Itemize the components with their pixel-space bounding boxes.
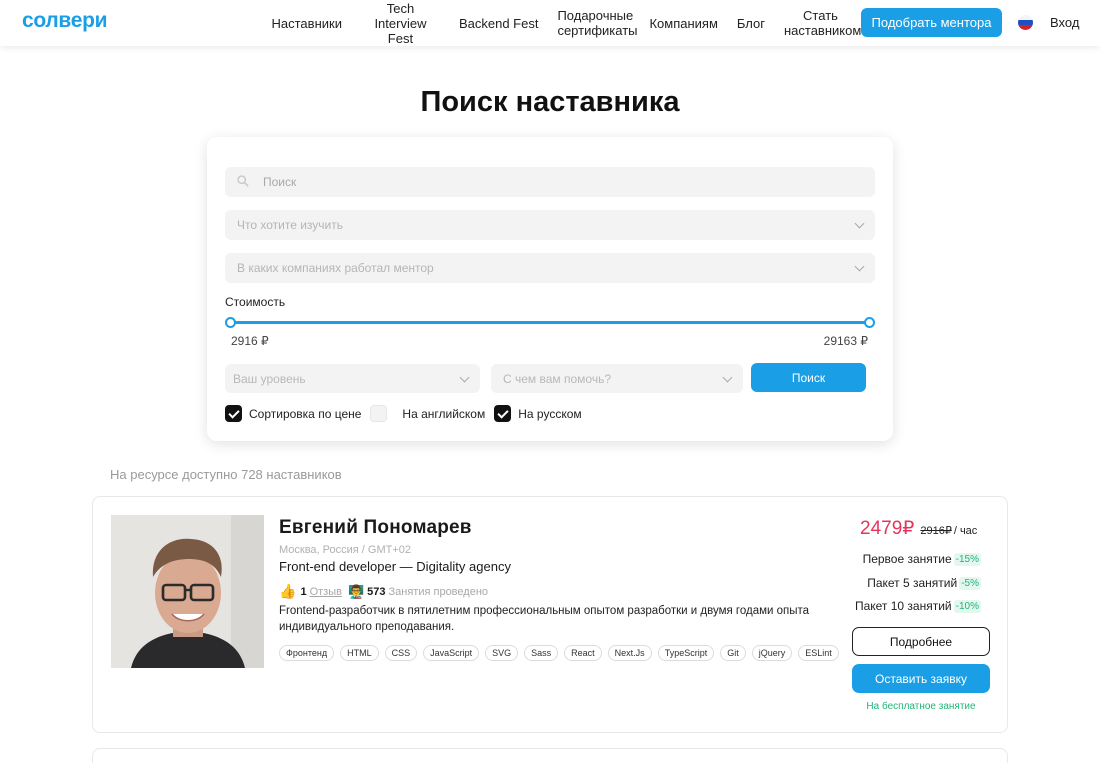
price-max-handle[interactable] <box>864 317 875 328</box>
top-header: солвери Наставники Tech Interview Fest B… <box>0 0 1100 46</box>
request-button[interactable]: Оставить заявку <box>852 664 990 693</box>
price-max-value: 29163 ₽ <box>823 334 868 348</box>
price-current: 2479₽ <box>860 518 915 539</box>
price-min-handle[interactable] <box>225 317 236 328</box>
search-panel: Поиск Что хотите изучить В каких компани… <box>207 137 893 441</box>
topic-placeholder: Что хотите изучить <box>237 218 343 232</box>
page-title: Поиск наставника <box>420 86 680 118</box>
chevron-down-icon <box>722 372 733 383</box>
russia-flag-icon[interactable] <box>1018 15 1033 30</box>
discount-badge: -15% <box>953 552 981 566</box>
discount-label: Пакет 5 занятий <box>867 576 958 590</box>
search-input[interactable]: Поиск <box>225 167 875 197</box>
thumbs-up-icon: 👍 <box>279 583 297 599</box>
login-link[interactable]: Вход <box>1050 15 1079 30</box>
chevron-down-icon <box>854 261 865 272</box>
available-count: На ресурсе доступно 728 наставников <box>110 467 342 482</box>
chevron-down-icon <box>459 372 470 383</box>
nav-mentors[interactable]: Наставники <box>262 16 351 31</box>
skill-tag: TypeScript <box>657 645 715 661</box>
nav-blog[interactable]: Блог <box>727 16 774 31</box>
mentor-description: Frontend-разработчик в пятилетним профес… <box>279 605 810 633</box>
teacher-icon: 👨‍🏫 <box>347 583 365 599</box>
skill-tag: HTML <box>340 645 379 661</box>
nav-become-mentor[interactable]: Стать наставником <box>774 8 866 38</box>
price-range-track[interactable] <box>231 321 869 324</box>
brand-logo[interactable]: солвери <box>22 9 108 33</box>
mentor-avatar[interactable] <box>111 515 264 668</box>
help-placeholder: С чем вам помочь? <box>503 371 612 386</box>
mentor-photo <box>111 515 264 668</box>
level-select[interactable]: Ваш уровень <box>225 364 480 393</box>
likes-count: 1 <box>300 585 307 598</box>
price-old: 2916₽ <box>920 525 952 537</box>
discount-badge: -10% <box>953 599 981 613</box>
chevron-down-icon <box>854 218 865 229</box>
discount-pack-10: Пакет 10 занятий -10% <box>855 599 981 613</box>
search-icon <box>237 175 249 187</box>
mentor-card-next <box>92 748 1008 763</box>
reviews-link[interactable]: Отзыв <box>310 586 342 598</box>
mentor-card: Евгений Пономарев Москва, Россия / GMT+0… <box>92 496 1008 733</box>
skill-tag: jQuery <box>751 645 793 661</box>
nav-gift-certificates[interactable]: Подарочные сертификаты <box>548 8 640 38</box>
skill-tag: JavaScript <box>423 645 480 661</box>
sessions-label: Занятия проведено <box>388 585 489 598</box>
skill-tag: CSS <box>384 645 418 661</box>
company-placeholder: В каких компаниях работал ментор <box>237 261 434 275</box>
mentor-price: 2479₽ 2916₽ / час <box>860 517 977 540</box>
search-placeholder: Поиск <box>263 175 297 189</box>
help-select[interactable]: С чем вам помочь? <box>491 364 743 393</box>
price-unit: / час <box>953 525 978 537</box>
english-checkbox[interactable]: На английском <box>370 405 485 422</box>
level-placeholder: Ваш уровень <box>233 371 306 386</box>
skill-tag: Next.Js <box>607 645 652 661</box>
skill-tag: Git <box>720 645 746 661</box>
sessions-count: 573 <box>367 585 386 598</box>
free-session-link[interactable]: На бесплатное занятие <box>852 701 990 712</box>
skill-tags: Фронтенд HTML CSS JavaScript SVG Sass Re… <box>279 645 845 661</box>
details-button[interactable]: Подробнее <box>852 627 990 656</box>
main-nav: Наставники Tech Interview Fest Backend F… <box>262 0 866 46</box>
checkbox-unchecked[interactable] <box>370 405 388 422</box>
checkbox-label: На русском <box>518 406 582 421</box>
discount-label: Пакет 10 занятий <box>854 599 952 613</box>
checkbox-label: Сортировка по цене <box>249 406 362 421</box>
skill-tag: SVG <box>485 645 519 661</box>
skill-tag: ESLint <box>798 645 839 661</box>
skill-tag: Фронтенд <box>279 645 335 661</box>
search-button[interactable]: Поиск <box>751 363 866 392</box>
skill-tag: React <box>564 645 602 661</box>
find-mentor-button[interactable]: Подобрать ментора <box>861 8 1002 37</box>
discount-first: Первое занятие -15% <box>863 552 981 566</box>
checkbox-label: На английском <box>402 406 486 421</box>
mentor-stats: 👍 1 Отзыв 👨‍🏫 573 Занятия проведено <box>279 583 488 600</box>
nav-companies[interactable]: Компаниям <box>640 16 727 31</box>
discount-pack-5: Пакет 5 занятий -5% <box>867 576 981 590</box>
mentor-location: Москва, Россия / GMT+02 <box>279 544 412 556</box>
nav-tech-interview-fest[interactable]: Tech Interview Fest <box>351 1 449 46</box>
mentor-role: Front-end developer — Digitality agency <box>279 559 511 574</box>
company-select[interactable]: В каких компаниях работал ментор <box>225 253 875 283</box>
skill-tag: Sass <box>524 645 559 661</box>
mentor-name[interactable]: Евгений Пономарев <box>279 517 472 539</box>
discount-badge: -5% <box>959 576 981 590</box>
cost-label: Стоимость <box>225 295 286 309</box>
checkbox-checked[interactable] <box>494 405 512 422</box>
filter-checkboxes: Сортировка по цене На английском На русс… <box>225 405 591 422</box>
price-min-value: 2916 ₽ <box>231 334 269 348</box>
discount-label: Первое занятие <box>862 552 952 566</box>
checkbox-checked[interactable] <box>225 405 242 422</box>
topic-select[interactable]: Что хотите изучить <box>225 210 875 240</box>
russian-checkbox[interactable]: На русском <box>494 405 582 422</box>
sort-by-price-checkbox[interactable]: Сортировка по цене <box>225 405 361 422</box>
nav-backend-fest[interactable]: Backend Fest <box>449 16 548 31</box>
